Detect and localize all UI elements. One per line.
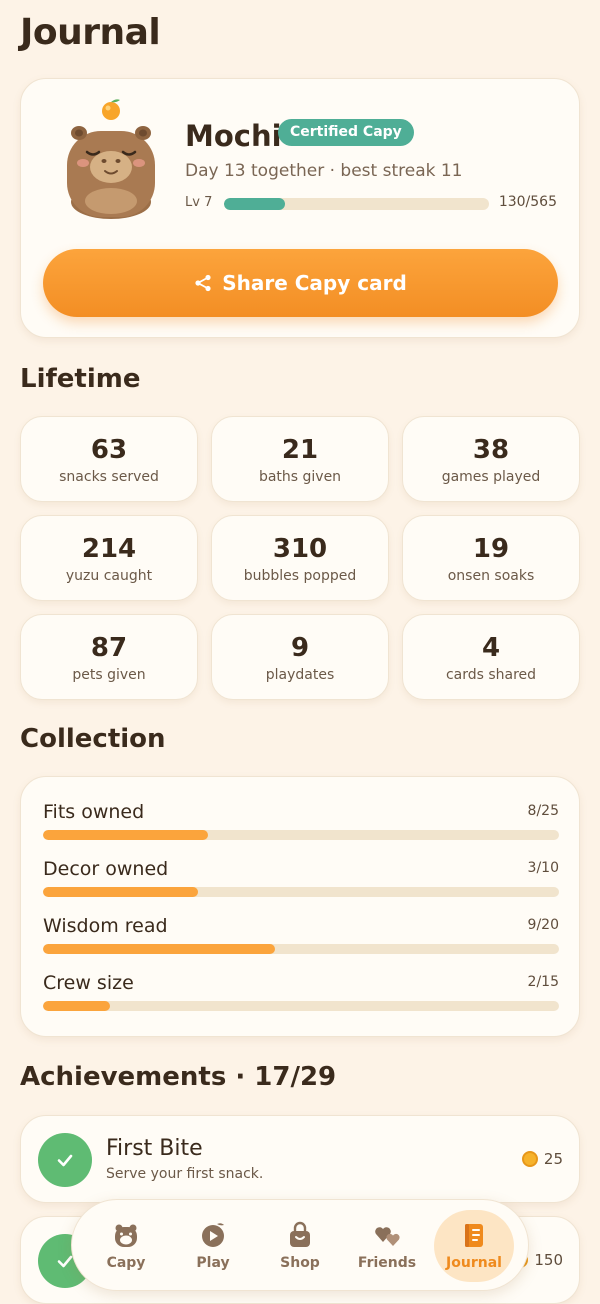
- journal-icon: [465, 1224, 483, 1247]
- collection-progress-bar: [43, 887, 559, 897]
- nav-item-capy[interactable]: Capy: [86, 1210, 166, 1282]
- level-label: Lv 7: [185, 195, 213, 210]
- collection-progress-bar: [43, 1001, 559, 1011]
- achievement-desc: Serve your first snack.: [106, 1166, 264, 1182]
- stat-value: 310: [272, 533, 328, 564]
- stat-tile: 63 snacks served: [20, 416, 198, 502]
- stat-label: games played: [441, 468, 541, 485]
- collection-title: Collection: [20, 724, 166, 754]
- collection-row: Wisdom read 9/20: [43, 915, 559, 955]
- achievements-title: Achievements · 17/29: [20, 1062, 337, 1092]
- share-capy-card-button[interactable]: Share Capy card: [43, 249, 558, 317]
- stat-tile: 87 pets given: [20, 614, 198, 700]
- collection-count: 3/10: [527, 860, 559, 876]
- friends-icon: [375, 1227, 400, 1246]
- achievement-reward: 25: [521, 1150, 563, 1168]
- achievement-title: First Bite: [106, 1136, 203, 1161]
- collection-progress-fill: [43, 830, 209, 840]
- stat-value: 9: [290, 632, 310, 663]
- stat-value: 4: [481, 632, 501, 663]
- coin-icon: [521, 1151, 538, 1167]
- stat-tile: 9 playdates: [211, 614, 389, 700]
- stat-tile: 38 games played: [402, 416, 580, 502]
- achievement-card[interactable]: First Bite Serve your first snack. 25: [20, 1115, 580, 1203]
- collection-row: Decor owned 3/10: [43, 858, 559, 898]
- xp-progress-bar: [224, 198, 489, 210]
- nav-item-friends[interactable]: Friends: [347, 1210, 427, 1282]
- capy-name: Mochi: [185, 119, 282, 153]
- stat-tile: 4 cards shared: [402, 614, 580, 700]
- stat-label: baths given: [258, 468, 342, 485]
- nav-item-play[interactable]: Play: [173, 1210, 253, 1282]
- profile-card: Mochi Certified Capy Day 13 together · b…: [20, 78, 580, 338]
- reward-amount: 25: [543, 1150, 563, 1168]
- lifetime-stats-grid: 63 snacks served 21 baths given 38 games pl…: [20, 416, 580, 700]
- reward-amount: 150: [534, 1251, 563, 1269]
- bottom-nav: Capy Play Shop Friends Journal: [71, 1199, 529, 1291]
- collection-label: Decor owned: [43, 858, 169, 880]
- stat-value: 21: [281, 434, 319, 465]
- share-button-label: Share Capy card: [222, 271, 407, 295]
- stat-value: 38: [472, 434, 510, 465]
- stat-tile: 19 onsen soaks: [402, 515, 580, 601]
- stat-label: playdates: [265, 666, 335, 683]
- stat-label: yuzu caught: [65, 567, 153, 584]
- nav-label: Friends: [357, 1255, 417, 1271]
- play-icon: [202, 1223, 224, 1247]
- stat-label: bubbles popped: [243, 567, 357, 584]
- stat-label: pets given: [72, 666, 146, 683]
- capy-icon: [115, 1224, 137, 1247]
- day-streak-text: Day 13 together · best streak 11: [185, 161, 463, 181]
- collection-progress-fill: [43, 887, 198, 897]
- certified-badge: Certified Capy: [278, 119, 414, 146]
- stat-value: 214: [81, 533, 137, 564]
- lifetime-title: Lifetime: [20, 364, 141, 394]
- stat-tile: 21 baths given: [211, 416, 389, 502]
- stat-value: 87: [90, 632, 128, 663]
- collection-progress-bar: [43, 830, 559, 840]
- stat-value: 63: [90, 434, 128, 465]
- shop-icon: [290, 1221, 310, 1247]
- collection-progress-fill: [43, 1001, 111, 1011]
- capybara-avatar: [67, 99, 155, 219]
- nav-item-journal[interactable]: Journal: [434, 1210, 514, 1282]
- collection-label: Fits owned: [43, 801, 145, 823]
- stat-value: 19: [472, 533, 510, 564]
- stat-label: onsen soaks: [447, 567, 535, 584]
- checkmark-icon: [57, 1154, 73, 1167]
- nav-label: Shop: [280, 1255, 320, 1271]
- nav-label: Play: [196, 1255, 230, 1271]
- collection-row: Fits owned 8/25: [43, 801, 559, 841]
- stat-tile: 214 yuzu caught: [20, 515, 198, 601]
- collection-count: 9/20: [527, 917, 559, 933]
- stat-label: snacks served: [59, 468, 159, 485]
- collection-count: 8/25: [527, 803, 559, 819]
- page-title: Journal: [20, 12, 161, 53]
- xp-progress-fill: [224, 198, 285, 210]
- stat-label: cards shared: [445, 666, 537, 683]
- stat-tile: 310 bubbles popped: [211, 515, 389, 601]
- nav-label: Journal: [446, 1255, 502, 1271]
- collection-card: Fits owned 8/25 Decor owned 3/10 Wisdom …: [20, 776, 580, 1037]
- nav-label: Capy: [106, 1255, 146, 1271]
- collection-row: Crew size 2/15: [43, 972, 559, 1012]
- share-icon: [195, 274, 211, 292]
- achievement-check: [38, 1133, 92, 1187]
- collection-count: 2/15: [527, 974, 559, 990]
- collection-progress-bar: [43, 944, 559, 954]
- collection-label: Crew size: [43, 972, 134, 994]
- collection-progress-fill: [43, 944, 276, 954]
- nav-item-shop[interactable]: Shop: [260, 1210, 340, 1282]
- xp-count: 130/565: [498, 194, 557, 210]
- collection-label: Wisdom read: [43, 915, 168, 937]
